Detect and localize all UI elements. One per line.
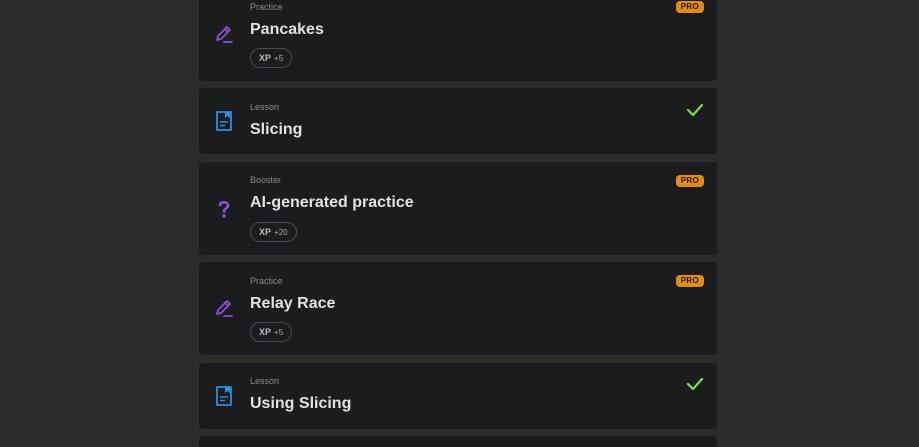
card-title: Slicing bbox=[250, 121, 303, 138]
next-card-partial[interactable] bbox=[199, 436, 717, 447]
practice-card-pancakes[interactable]: Practice Pancakes XP +5 PRO bbox=[199, 0, 717, 81]
pro-badge: PRO bbox=[675, 275, 704, 287]
xp-value: +5 bbox=[274, 327, 284, 337]
practice-card-relay-race[interactable]: Practice Relay Race XP +5 PRO bbox=[199, 262, 717, 355]
xp-value: +5 bbox=[274, 53, 284, 63]
card-title: AI-generated practice bbox=[250, 194, 414, 211]
card-kind: Lesson bbox=[250, 376, 280, 386]
card-kind: Lesson bbox=[250, 102, 280, 112]
xp-chip: XP +5 bbox=[250, 48, 293, 68]
xp-value: +20 bbox=[274, 227, 288, 237]
lesson-list: Practice Pancakes XP +5 PRO Lesson Slici… bbox=[199, 0, 717, 447]
document-icon bbox=[213, 385, 235, 407]
xp-label: XP bbox=[259, 53, 272, 63]
pencil-icon bbox=[213, 23, 235, 45]
lesson-card-slicing[interactable]: Lesson Slicing bbox=[199, 88, 717, 154]
document-icon bbox=[213, 110, 235, 132]
card-title: Relay Race bbox=[250, 295, 336, 312]
card-kind: Practice bbox=[250, 276, 283, 286]
xp-chip: XP +20 bbox=[250, 222, 297, 242]
check-icon bbox=[686, 377, 704, 391]
question-mark-icon bbox=[213, 198, 235, 220]
card-title: Using Slicing bbox=[250, 395, 352, 412]
card-title: Pancakes bbox=[250, 21, 324, 38]
check-icon bbox=[686, 103, 704, 117]
lesson-card-using-slicing[interactable]: Lesson Using Slicing bbox=[199, 363, 717, 429]
pencil-icon bbox=[213, 297, 235, 319]
xp-chip: XP +5 bbox=[250, 322, 293, 342]
xp-label: XP bbox=[259, 327, 272, 337]
xp-label: XP bbox=[259, 227, 272, 237]
pro-badge: PRO bbox=[675, 1, 704, 13]
pro-badge: PRO bbox=[675, 175, 704, 187]
card-kind: Practice bbox=[250, 2, 283, 12]
booster-card-ai-practice[interactable]: Booster AI-generated practice XP +20 PRO bbox=[199, 162, 717, 255]
card-kind: Booster bbox=[250, 175, 282, 185]
